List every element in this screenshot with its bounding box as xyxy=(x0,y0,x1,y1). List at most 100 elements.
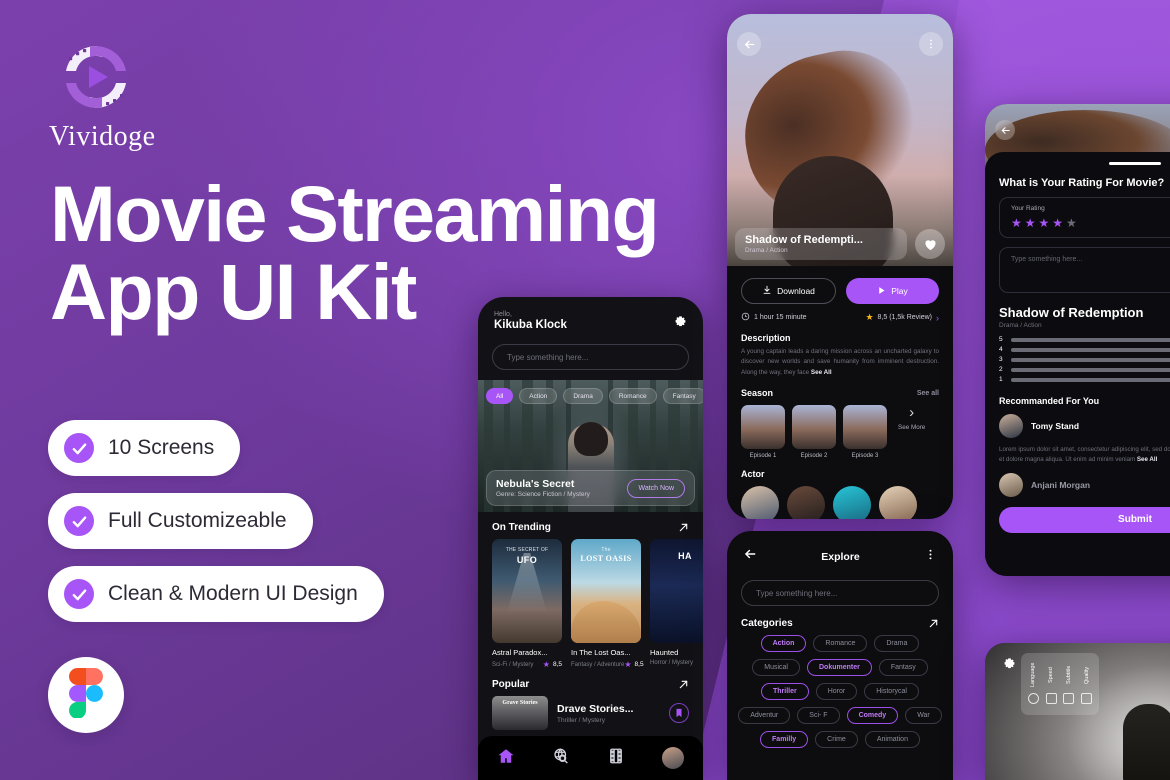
episode-item[interactable]: Episode 2 xyxy=(792,405,836,459)
gear-icon[interactable] xyxy=(674,315,687,328)
movie-card[interactable]: The LOST OASIS In The Lost Oas... Fantas… xyxy=(571,539,644,669)
detail-title-box: Shadow of Redempti... Drama / Action xyxy=(735,228,907,260)
submit-button[interactable]: Submit xyxy=(999,506,1170,533)
review-see-all-link[interactable]: See All xyxy=(1137,456,1157,463)
feature-pill-customizeable: Full Customizeable xyxy=(48,493,313,549)
rating-stars-input[interactable]: ★★★★★ xyxy=(1011,216,1170,230)
genre-chip-all[interactable]: All xyxy=(486,388,514,404)
distribution-label: 5 xyxy=(999,336,1003,343)
genre-chip-romance[interactable]: Romance xyxy=(608,388,657,404)
popular-thumbnail: Grave Stories xyxy=(492,696,548,730)
category-chip-fantasy[interactable]: Fantasy xyxy=(878,659,928,676)
category-chip-thriller[interactable]: Thriller xyxy=(761,683,809,700)
watch-now-button[interactable]: Watch Now xyxy=(627,478,685,498)
distribution-track xyxy=(1011,357,1170,362)
back-button[interactable] xyxy=(995,120,1015,140)
movie-rating: ★ 8,5 xyxy=(543,660,562,669)
category-chip-action[interactable]: Action xyxy=(760,635,807,652)
movie-card[interactable]: HA Haunted Horror / Mystery xyxy=(650,539,703,669)
download-button[interactable]: Download xyxy=(741,278,836,304)
category-chip-comedy[interactable]: Comedy xyxy=(846,707,899,724)
phone-mockup-explore: Explore Type something here... Categorie… xyxy=(727,531,953,780)
nav-search-globe-icon[interactable] xyxy=(552,747,570,770)
arrow-up-right-icon[interactable] xyxy=(928,618,939,629)
category-chip-adventur[interactable]: Adventur xyxy=(738,707,791,724)
genre-chip-drama[interactable]: Drama xyxy=(563,388,603,404)
category-chip-horor[interactable]: Horor xyxy=(815,683,858,700)
player-menu-subtitle[interactable]: Subtitle xyxy=(1062,659,1077,704)
actor-avatar[interactable] xyxy=(741,486,779,519)
nav-home-icon[interactable] xyxy=(497,747,515,770)
category-chip-historycal[interactable]: Historycal xyxy=(864,683,919,700)
nav-profile-avatar[interactable] xyxy=(662,747,685,769)
episode-label: Episode 1 xyxy=(749,453,777,460)
actor-avatar[interactable] xyxy=(787,486,825,519)
player-menu-label: Language xyxy=(1030,662,1037,688)
movie-card[interactable]: THE SECRET OF UFO Astral Paradox... Sci-… xyxy=(492,539,562,669)
rating-group[interactable]: ★ 8,5 (1,5k Review) › xyxy=(865,312,939,323)
category-chip-familly[interactable]: Familly xyxy=(760,731,809,748)
player-video-frame[interactable]: Language Speed Subtitle Quality xyxy=(985,643,1170,780)
comment-textarea[interactable]: Type something here... xyxy=(999,247,1170,293)
actor-avatar[interactable] xyxy=(879,486,917,519)
popular-list-item[interactable]: Grave Stories Drave Stories... Thriller … xyxy=(478,696,703,730)
genre-chip-fantasy[interactable]: Fantasy xyxy=(662,388,703,404)
gear-icon[interactable] xyxy=(1003,657,1016,670)
season-see-all-link[interactable]: See all xyxy=(917,390,939,397)
arrow-up-right-icon[interactable] xyxy=(678,679,689,690)
category-chip-drama[interactable]: Drama xyxy=(874,635,920,652)
category-chip-musical[interactable]: Musical xyxy=(752,659,800,676)
see-more-button[interactable]: › See More xyxy=(898,405,925,431)
category-row: Familly Crime Animation xyxy=(739,731,941,748)
explore-search-input[interactable]: Type something here... xyxy=(741,580,939,606)
distribution-row: 1 xyxy=(999,376,1170,383)
film-spiral-play-logo-icon xyxy=(54,35,138,119)
distribution-row: 5 xyxy=(999,336,1170,343)
episode-item[interactable]: Episode 3 xyxy=(843,405,887,459)
category-chip-romance[interactable]: Romance xyxy=(813,635,868,652)
your-rating-field[interactable]: Your Rating ★★★★★ xyxy=(999,197,1170,238)
star-icon: ★ xyxy=(624,660,632,669)
hero-title: Nebula's Secret xyxy=(496,478,575,490)
play-icon xyxy=(877,286,886,297)
more-vertical-icon[interactable] xyxy=(924,548,937,566)
episode-thumbnail xyxy=(792,405,836,450)
episode-label: Episode 2 xyxy=(800,453,828,460)
category-chip-animation[interactable]: Animation xyxy=(864,731,920,748)
hero-banner[interactable]: All Action Drama Romance Fantasy Po Nebu… xyxy=(478,380,703,512)
back-button[interactable] xyxy=(743,547,757,566)
feature-list: 10 Screens Full Customizeable Clean & Mo… xyxy=(48,420,384,639)
back-button[interactable] xyxy=(737,32,761,56)
distribution-label: 1 xyxy=(999,376,1003,383)
more-vertical-icon[interactable] xyxy=(919,32,943,56)
description-see-all-link[interactable]: See All xyxy=(811,369,832,376)
episode-item[interactable]: Episode 1 xyxy=(741,405,785,459)
movie-poster: The LOST OASIS xyxy=(571,539,641,643)
heart-icon[interactable] xyxy=(915,229,945,259)
sheet-grabber[interactable] xyxy=(1109,162,1161,165)
category-row: Adventur Sci- F Comedy War xyxy=(738,707,942,724)
category-chip-scifi[interactable]: Sci- F xyxy=(797,707,840,724)
actor-avatar[interactable] xyxy=(833,486,871,519)
category-chip-dokumenter[interactable]: Dokumenter xyxy=(806,659,872,676)
nav-film-reel-icon[interactable] xyxy=(607,747,625,770)
play-button[interactable]: Play xyxy=(846,278,939,304)
genre-chip-action[interactable]: Action xyxy=(519,388,558,404)
popular-section-header: Popular xyxy=(478,669,703,696)
poster-title: LOST OASIS xyxy=(580,554,632,563)
player-menu-quality[interactable]: Quality xyxy=(1079,659,1094,704)
star-icon-empty[interactable]: ★ xyxy=(1066,216,1080,230)
search-input[interactable]: Type something here... xyxy=(492,344,689,370)
category-chip-crime[interactable]: Crime xyxy=(815,731,858,748)
player-menu-speed[interactable]: Speed xyxy=(1044,659,1059,704)
season-section-header: Season See all xyxy=(727,378,953,402)
player-menu-language[interactable]: Language xyxy=(1026,659,1041,704)
category-row: Action Romance Drama xyxy=(739,635,941,652)
distribution-label: 4 xyxy=(999,346,1003,353)
category-chip-war[interactable]: War xyxy=(905,707,942,724)
arrow-up-right-icon[interactable] xyxy=(678,522,689,533)
actor-heading: Actor xyxy=(741,469,765,480)
chevron-right-icon[interactable]: › xyxy=(936,313,939,323)
bookmark-icon[interactable] xyxy=(669,703,689,723)
categories-heading: Categories xyxy=(741,618,793,629)
